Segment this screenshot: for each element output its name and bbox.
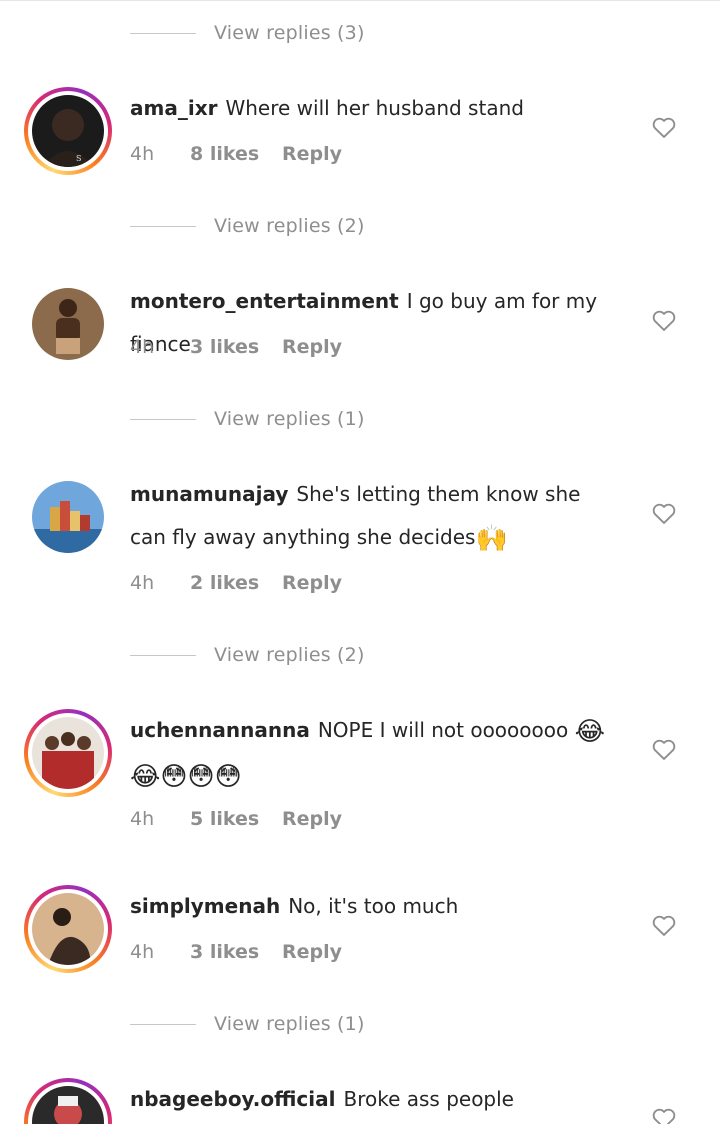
comment-likes[interactable]: 3 likes [190, 941, 282, 963]
comment-username[interactable]: montero_entertainment [130, 289, 399, 313]
avatar[interactable] [24, 1078, 112, 1124]
view-replies-label: View replies (2) [214, 644, 365, 666]
comment-likes[interactable]: 2 likes [190, 572, 282, 594]
svg-text:S: S [76, 154, 81, 163]
avatar-image [32, 481, 104, 553]
reply-button[interactable]: Reply [282, 143, 342, 165]
view-replies-button[interactable]: View replies (2) [130, 640, 365, 670]
avatar[interactable] [24, 709, 112, 797]
replies-dash [130, 1023, 196, 1025]
avatar-image [32, 717, 104, 789]
heart-outline-icon[interactable] [650, 113, 678, 141]
avatar-image [32, 288, 104, 360]
comment-time: 4h [130, 941, 155, 963]
comment-username[interactable]: uchennannanna [130, 718, 310, 742]
comment-time: 4h [130, 336, 155, 358]
comment-time: 4h [130, 143, 155, 165]
replies-dash [130, 225, 196, 227]
comment-username[interactable]: simplymenah [130, 894, 280, 918]
comment-item: nbageeboy.official Broke ass people [0, 1078, 720, 1124]
replies-dash [130, 32, 196, 34]
heart-outline-icon[interactable] [650, 1104, 678, 1124]
view-replies-button[interactable]: View replies (3) [130, 18, 365, 48]
avatar-image: S [32, 95, 104, 167]
comment-username[interactable]: ama_ixr [130, 96, 217, 120]
view-replies-label: View replies (1) [214, 1013, 365, 1035]
avatar-image [32, 893, 104, 965]
comment-time: 4h [130, 572, 155, 594]
view-replies-label: View replies (1) [214, 408, 365, 430]
heart-outline-icon[interactable] [650, 911, 678, 939]
comment-username[interactable]: nbageeboy.official [130, 1087, 335, 1111]
comment-text: Where will her husband stand [225, 96, 524, 120]
comment-likes[interactable]: 5 likes [190, 808, 282, 830]
reply-button[interactable]: Reply [282, 808, 342, 830]
view-replies-button[interactable]: View replies (1) [130, 404, 365, 434]
avatar[interactable] [24, 481, 112, 569]
comment-text: Broke ass people [343, 1087, 514, 1111]
comment-likes[interactable]: 3 likes [190, 336, 282, 358]
comment-emoji: 🙌 [475, 524, 508, 554]
view-replies-label: View replies (2) [214, 215, 365, 237]
heart-outline-icon[interactable] [650, 735, 678, 763]
reply-button[interactable]: Reply [282, 336, 342, 358]
comment-username[interactable]: munamunajay [130, 482, 288, 506]
view-replies-label: View replies (3) [214, 22, 365, 44]
heart-outline-icon[interactable] [650, 499, 678, 527]
comment-meta: 4h 3 likes Reply [130, 332, 342, 362]
comment-meta: 4h 8 likes Reply [130, 139, 342, 169]
top-divider [0, 0, 720, 1]
heart-outline-icon[interactable] [650, 306, 678, 334]
view-replies-button[interactable]: View replies (2) [130, 211, 365, 241]
comment-meta: 4h 5 likes Reply [130, 804, 342, 834]
comment-meta: 4h 3 likes Reply [130, 937, 342, 967]
avatar[interactable] [24, 288, 112, 376]
comment-time: 4h [130, 808, 155, 830]
avatar[interactable] [24, 885, 112, 973]
replies-dash [130, 418, 196, 420]
avatar[interactable]: S [24, 87, 112, 175]
comment-meta: 4h 2 likes Reply [130, 568, 342, 598]
reply-button[interactable]: Reply [282, 572, 342, 594]
comment-likes[interactable]: 8 likes [190, 143, 282, 165]
reply-button[interactable]: Reply [282, 941, 342, 963]
comment-text: NOPE I will not oooooooo [317, 718, 569, 742]
comment-text: No, it's too much [288, 894, 459, 918]
replies-dash [130, 654, 196, 656]
view-replies-button[interactable]: View replies (1) [130, 1009, 365, 1039]
